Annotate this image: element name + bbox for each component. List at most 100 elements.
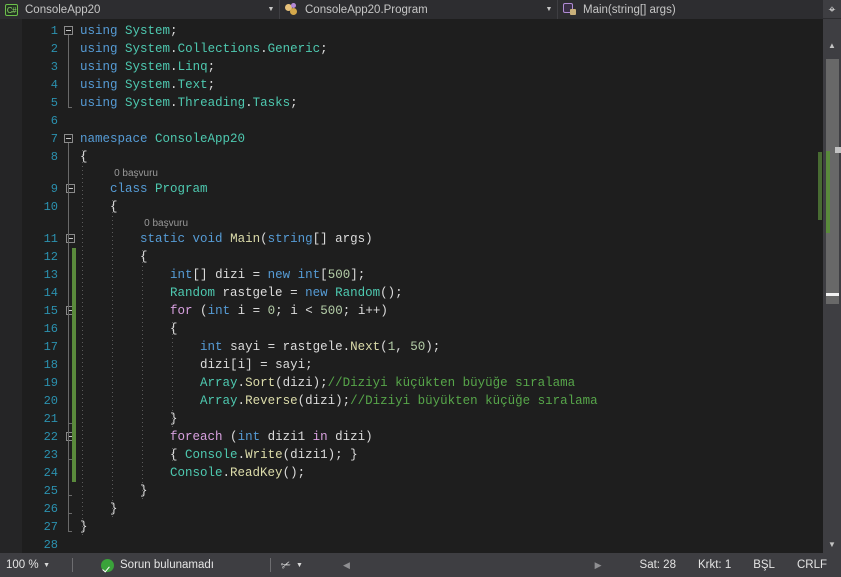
line-number: 23 [43,448,58,462]
fold-connector-line [68,315,69,423]
split-view-icon[interactable]: ⌖ [823,0,841,18]
line-number: 3 [50,60,58,74]
line-number: 14 [43,286,58,300]
indent-guide [172,322,174,428]
code-line[interactable]: using System.Collections.Generic; [80,40,328,58]
line-number: 11 [43,232,58,246]
code-line[interactable]: { [80,320,178,338]
code-line[interactable]: int sayi = rastgele.Next(1, 50); [80,338,440,356]
line-number: 16 [43,322,58,336]
codelens-reference-count[interactable]: 0 başvuru [114,167,158,181]
codelens-reference-count[interactable]: 0 başvuru [144,217,188,231]
chevron-down-icon[interactable]: ▼ [296,562,303,569]
code-line[interactable]: using System.Text; [80,76,215,94]
chevron-down-icon[interactable]: ▼ [39,562,55,569]
code-line[interactable]: Array.Sort(dizi);//Diziyi küçükten büyüğ… [80,374,575,392]
fold-end-tick [68,531,72,532]
fold-end-tick [68,513,72,514]
nav-back-arrow-icon[interactable]: ◀ [343,560,350,571]
line-number: 18 [43,358,58,372]
code-editor[interactable]: 1 2 3 4 5 6 7 8 9 10 11 12 13 14 15 16 17 18 19 20 21 22 23 24 2… [0,19,841,553]
success-check-icon [101,558,114,572]
code-line[interactable]: static void Main(string[] args) [80,230,373,248]
class-icon [284,2,300,18]
indent-guide [142,250,144,500]
line-number: 28 [43,538,58,552]
issues-status-label: Sorun bulunamadı [120,559,214,571]
line-number: 10 [43,200,58,214]
code-line[interactable]: Console.ReadKey(); [80,464,305,482]
line-number: 24 [43,466,58,480]
overview-change-marker [818,152,822,220]
scrollbar-edit-marker [835,147,841,153]
line-number: 12 [43,250,58,264]
code-line[interactable]: namespace ConsoleApp20 [80,130,245,148]
line-number: 25 [43,484,58,498]
line-number: 6 [50,114,58,128]
code-line[interactable]: } [80,410,178,428]
divider [269,558,271,572]
indent-guide [112,200,114,518]
status-bar: 100 % ▼ Sorun bulunamadı ✂ ▼ ◀ ▶ Sat: 28… [0,553,841,577]
editor-outer-margin [0,19,22,553]
code-line[interactable]: { [80,248,148,266]
nav-forward-arrow-icon[interactable]: ▶ [595,560,602,571]
fold-toggle-icon[interactable] [64,134,73,143]
code-line[interactable]: dizi[i] = sayi; [80,356,313,374]
glyph-margin[interactable] [62,19,80,553]
project-dropdown-label: ConsoleApp20 [25,3,101,16]
code-line[interactable]: Random rastgele = new Random(); [80,284,403,302]
scrollbar-overview-band [805,19,823,553]
line-number: 20 [43,394,58,408]
line-number: 2 [50,42,58,56]
indent-guide [172,448,174,464]
code-line[interactable]: } [80,482,148,500]
line-number: 9 [50,182,58,196]
line-number: 27 [43,520,58,534]
scroll-up-arrow[interactable]: ▲ [823,37,841,54]
issues-status[interactable]: Sorun bulunamadı [101,553,214,577]
line-number: 8 [50,150,58,164]
line-number: 22 [43,430,58,444]
code-line[interactable]: for (int i = 0; i < 500; i++) [80,302,388,320]
code-line[interactable]: using System; [80,22,178,40]
line-number: 17 [43,340,58,354]
project-dropdown[interactable]: C# ConsoleApp20 ▼ [0,0,280,19]
line-number: 13 [43,268,58,282]
code-line[interactable]: Array.Reverse(dizi);//Diziyi büyükten kü… [80,392,598,410]
change-tracking-bar [72,248,76,482]
indent-guide [82,150,83,536]
cursor-column-indicator: Krkt: 1 [697,559,732,571]
line-number-gutter: 1 2 3 4 5 6 7 8 9 10 11 12 13 14 15 16 17 18 19 20 21 22 23 24 2… [22,19,62,553]
line-number: 19 [43,376,58,390]
chevron-down-icon[interactable]: ▼ [541,0,557,19]
member-dropdown[interactable]: Main(string[] args) ▼ [558,0,841,19]
line-number: 7 [50,132,58,146]
insert-mode-indicator: BŞL [753,559,775,571]
chevron-down-icon[interactable]: ▼ [263,0,279,19]
fold-toggle-icon[interactable] [64,26,73,35]
divider [72,558,73,572]
code-line[interactable]: foreach (int dizi1 in dizi) [80,428,373,446]
zoom-level-label: 100 % [6,559,39,571]
code-line[interactable]: class Program [80,180,208,198]
code-text-area[interactable]: 0 başvuru 0 başvuru using System; using Sys… [80,19,805,553]
navigation-bar: C# ConsoleApp20 ▼ ConsoleApp20.Program ▼… [0,0,841,19]
code-line[interactable]: using System.Threading.Tasks; [80,94,298,112]
fold-connector-line [68,35,69,107]
scrollbar-caret-marker [826,293,839,296]
line-ending-indicator: CRLF [796,559,827,571]
code-line[interactable]: int[] dizi = new int[500]; [80,266,365,284]
publish-icon: ✂ [278,556,294,574]
code-line[interactable]: using System.Linq; [80,58,215,76]
zoom-level-control[interactable]: 100 % ▼ [0,553,62,577]
fold-end-tick [68,107,72,108]
code-line[interactable]: { Console.Write(dizi1); } [80,446,358,464]
vertical-scrollbar[interactable]: ▲ ▼ [823,19,841,553]
line-number: 21 [43,412,58,426]
member-dropdown-label: Main(string[] args) [583,3,676,16]
publish-button[interactable]: ✂ ▼ [278,553,303,577]
scroll-down-arrow[interactable]: ▼ [823,536,841,553]
scrollbar-change-marker [826,151,830,233]
class-dropdown[interactable]: ConsoleApp20.Program ▼ [280,0,558,19]
